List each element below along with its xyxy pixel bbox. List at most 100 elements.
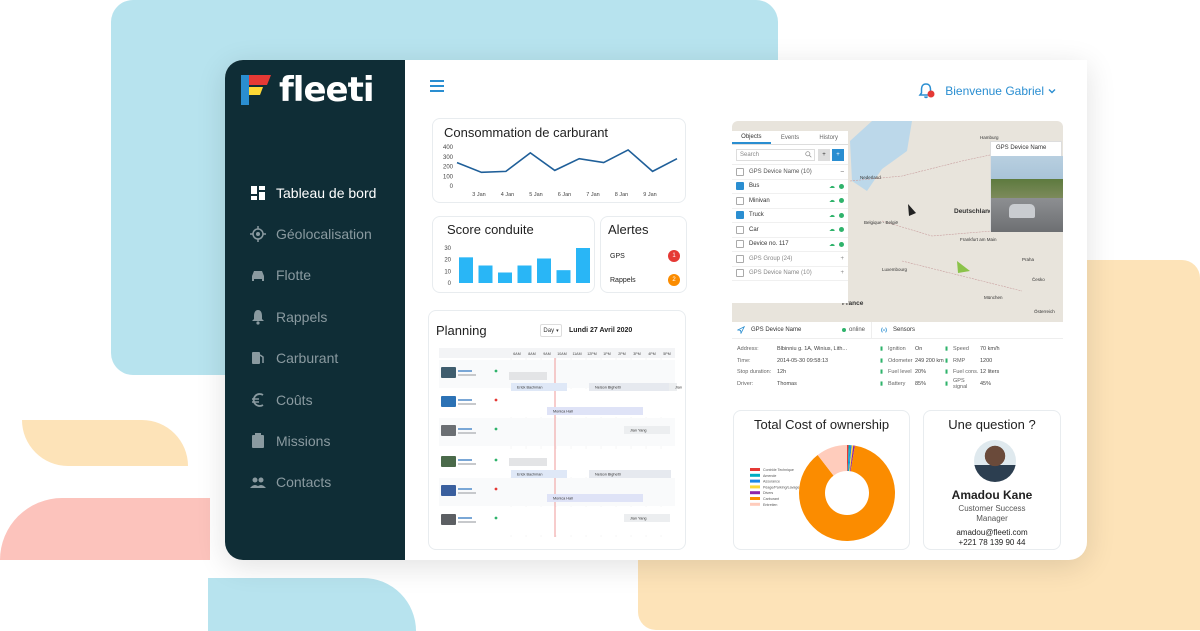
sidebar-item-euro[interactable]: Coûts (249, 379, 376, 420)
contact-email[interactable]: amadou@fleeti.com (924, 528, 1060, 537)
sidebar-item-clipboard[interactable]: Missions (249, 420, 376, 461)
sidebar-item-fuel[interactable]: Carburant (249, 338, 376, 379)
map-city-label: Česko (1032, 276, 1045, 282)
sensor-value: 20% (915, 369, 927, 376)
score-bar (576, 248, 590, 283)
device-name: GPS Device Name (751, 327, 802, 333)
group-checkbox[interactable] (736, 254, 744, 263)
device-row[interactable]: Minivan ☁ (732, 194, 848, 209)
device-group-row[interactable]: GPS Group (24) + (732, 252, 848, 267)
vehicle-thumbnail (441, 485, 456, 496)
device-row[interactable]: Truck ☁ (732, 209, 848, 223)
timeline-hour: 3PM (633, 352, 640, 356)
expand-icon[interactable]: + (840, 256, 844, 262)
background-shape-lightblue (208, 578, 416, 631)
device-group-header[interactable]: GPS Device Name (10) – (732, 165, 848, 180)
sidebar-item-people[interactable]: Contacts (249, 462, 376, 503)
add-device-button[interactable]: + (818, 148, 830, 161)
status-dot (839, 241, 844, 247)
booking-bar[interactable] (509, 458, 547, 466)
device-label: Device no. 117 (749, 241, 789, 248)
alert-item[interactable]: GPS 1 (610, 244, 680, 268)
legend-label: Divers (763, 491, 773, 495)
fuel-x-tick: 4 Jan (501, 192, 514, 198)
expand-icon[interactable]: + (840, 270, 844, 276)
driving-score-card: Score conduite 30 20 10 0 (432, 216, 595, 293)
tab-objects[interactable]: Objects (732, 131, 771, 144)
sidebar-item-bell[interactable]: Rappels (249, 296, 376, 337)
notification-bell-icon[interactable] (917, 82, 935, 100)
fuel-consumption-card: Consommation de carburant 400 300 200 100 0 3… (432, 118, 686, 203)
group-checkbox[interactable] (736, 269, 744, 278)
device-group-row[interactable]: GPS Device Name (10) + (732, 267, 848, 281)
group-checkbox[interactable] (736, 167, 744, 176)
collapse-icon[interactable]: – (841, 169, 844, 175)
map-view[interactable]: HamburgBerlinNederlandBelgique - BelgiëD… (732, 121, 1063, 322)
vehicle-marker-icon[interactable] (908, 204, 916, 216)
sidebar-item-label: Contacts (276, 474, 332, 491)
timeline-hour: 6AM (513, 352, 520, 356)
device-info-row: Driver: Thomas (737, 378, 872, 390)
device-details: GPS Device Name online Sensors Address: B… (732, 321, 1063, 397)
sensor-key: Battery (888, 381, 906, 388)
device-row[interactable]: Bus ☁ (732, 180, 848, 194)
sensor-icon: ▮ (880, 357, 884, 364)
sidebar-item-label: Coûts (276, 391, 313, 408)
fuel-x-tick: 3 Jan (472, 192, 485, 198)
map-city-label: Luxembourg (882, 267, 908, 272)
add-group-button[interactable]: + (832, 148, 844, 161)
status-dot (839, 183, 844, 189)
sensor-icon: ▮ (880, 345, 884, 352)
booking-label: Jian Yang (630, 429, 647, 433)
chevron-down-icon (1048, 89, 1056, 94)
device-checkbox[interactable] (736, 211, 744, 220)
timeline-hour: 1PM (603, 352, 610, 356)
device-checkbox[interactable] (736, 182, 744, 191)
vehicle-name (458, 517, 472, 519)
fuel-icon (249, 349, 267, 367)
cloud-icon: ☁ (829, 212, 835, 219)
vehicle-thumbnail (441, 514, 456, 525)
timeline-hour: 10AM (557, 352, 566, 356)
sidebar-item-dashboard[interactable]: Tableau de bord (249, 172, 376, 213)
group-label: GPS Device Name (10) (749, 168, 812, 175)
vehicle-status-dot (494, 487, 498, 491)
device-checkbox[interactable] (736, 240, 744, 249)
planning-card: Planning Day ▾ Lundi 27 Avril 2020 6AM 8AM… (428, 310, 686, 550)
score-bar (459, 257, 473, 283)
sidebar-item-location[interactable]: Géolocalisation (249, 213, 376, 254)
user-menu[interactable]: Bienvenue Gabriel (917, 82, 1057, 100)
tab-history[interactable]: History (809, 131, 848, 144)
clipboard-icon (249, 432, 267, 450)
alert-item[interactable]: Rappels 2 (610, 268, 680, 292)
device-row[interactable]: Device no. 117 ☁ (732, 238, 848, 252)
info-value: Thomas (777, 381, 797, 388)
device-checkbox[interactable] (736, 225, 744, 234)
sidebar-item-label: Flotte (276, 267, 312, 284)
device-search-input[interactable]: Search (736, 148, 815, 161)
menu-icon[interactable] (430, 80, 444, 92)
fuel-y-tick: 0 (450, 184, 454, 190)
logo[interactable]: fleeti (239, 70, 374, 110)
sidebar-item-car[interactable]: Flotte (249, 255, 376, 296)
device-row[interactable]: Car ☁ (732, 223, 848, 238)
sensor-key: Ignition (888, 345, 906, 352)
info-key: Stop duration: (737, 369, 772, 376)
device-photo-popup[interactable]: GPS Device Name (990, 141, 1063, 232)
dashboard-window: fleeti Tableau de bord Géolocalisation Flo… (225, 60, 1087, 560)
brand-name: fleeti (279, 70, 374, 110)
score-y-tick: 20 (444, 258, 451, 264)
timeline-hour: 9AM (543, 352, 550, 356)
sensor-row: ▮ Fuel level 20% ▮ Fuel cons. 12 liters (880, 367, 1063, 379)
background-shape-pink (0, 498, 210, 560)
map-city-label: Praha (1022, 257, 1035, 262)
booking-bar[interactable] (509, 372, 547, 380)
fuel-x-tick: 5 Jan (529, 192, 542, 198)
sensor-value: 85% (915, 381, 927, 388)
vehicle-name (458, 488, 472, 490)
tab-events[interactable]: Events (771, 131, 810, 144)
sensor-key: RMP (953, 357, 966, 364)
booking-label: Erick Bachman (517, 386, 543, 390)
device-checkbox[interactable] (736, 196, 744, 205)
contact-phone[interactable]: +221 78 139 90 44 (924, 538, 1060, 547)
